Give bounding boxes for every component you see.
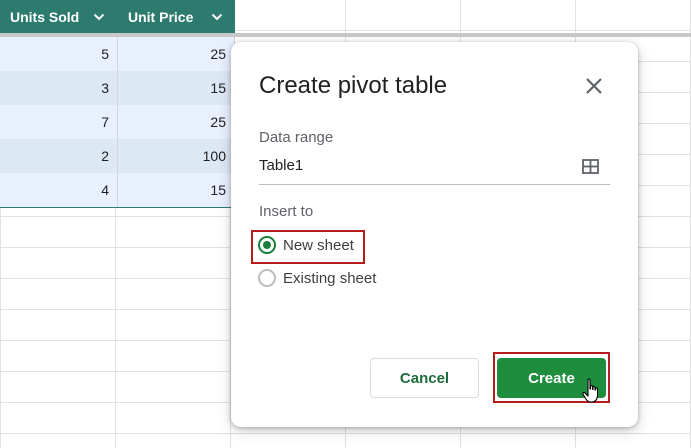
- cell-unit-price[interactable]: 25: [118, 37, 235, 71]
- cell-unit-price[interactable]: 25: [118, 105, 235, 139]
- table-row: 2 100: [0, 139, 235, 173]
- cancel-button[interactable]: Cancel: [370, 358, 479, 398]
- table-row: 7 25: [0, 105, 235, 139]
- insert-to-label: Insert to: [259, 203, 313, 220]
- table-header-row: Units Sold Unit Price: [0, 0, 235, 33]
- cell-unit-price[interactable]: 15: [118, 71, 235, 105]
- grid-select-icon[interactable]: [582, 159, 599, 174]
- create-button[interactable]: Create: [497, 358, 606, 398]
- radio-label-new-sheet: New sheet: [283, 237, 354, 254]
- table-row: 4 15: [0, 173, 235, 207]
- cell-unit-price[interactable]: 15: [118, 173, 235, 207]
- cell-units-sold[interactable]: 4: [0, 173, 118, 207]
- radio-button-checked[interactable]: [258, 236, 276, 254]
- table-row: 5 25: [0, 37, 235, 71]
- cell-units-sold[interactable]: 3: [0, 71, 118, 105]
- radio-existing-sheet[interactable]: Existing sheet: [258, 269, 376, 287]
- radio-new-sheet[interactable]: New sheet: [258, 236, 354, 254]
- column-header-units-sold[interactable]: Units Sold: [0, 0, 117, 33]
- create-pivot-table-dialog: Create pivot table Data range Table1 Ins…: [231, 42, 638, 427]
- chevron-down-icon[interactable]: [93, 11, 105, 23]
- table-body: 5 25 3 15 7 25 2 100 4 15: [0, 37, 235, 208]
- chevron-down-icon[interactable]: [211, 11, 223, 23]
- radio-button-unchecked[interactable]: [258, 269, 276, 287]
- data-range-label: Data range: [259, 129, 333, 146]
- close-icon[interactable]: [583, 75, 605, 97]
- cell-units-sold[interactable]: 2: [0, 139, 118, 173]
- column-header-label: Units Sold: [10, 9, 79, 25]
- cell-unit-price[interactable]: 100: [118, 139, 235, 173]
- data-range-input[interactable]: Table1: [259, 150, 610, 185]
- table-row: 3 15: [0, 71, 235, 105]
- cell-units-sold[interactable]: 7: [0, 105, 118, 139]
- cell-units-sold[interactable]: 5: [0, 37, 118, 71]
- column-header-label: Unit Price: [128, 9, 193, 25]
- column-header-unit-price[interactable]: Unit Price: [117, 0, 235, 33]
- radio-label-existing-sheet: Existing sheet: [283, 270, 376, 287]
- dialog-title: Create pivot table: [259, 72, 447, 100]
- data-range-value: Table1: [259, 157, 303, 174]
